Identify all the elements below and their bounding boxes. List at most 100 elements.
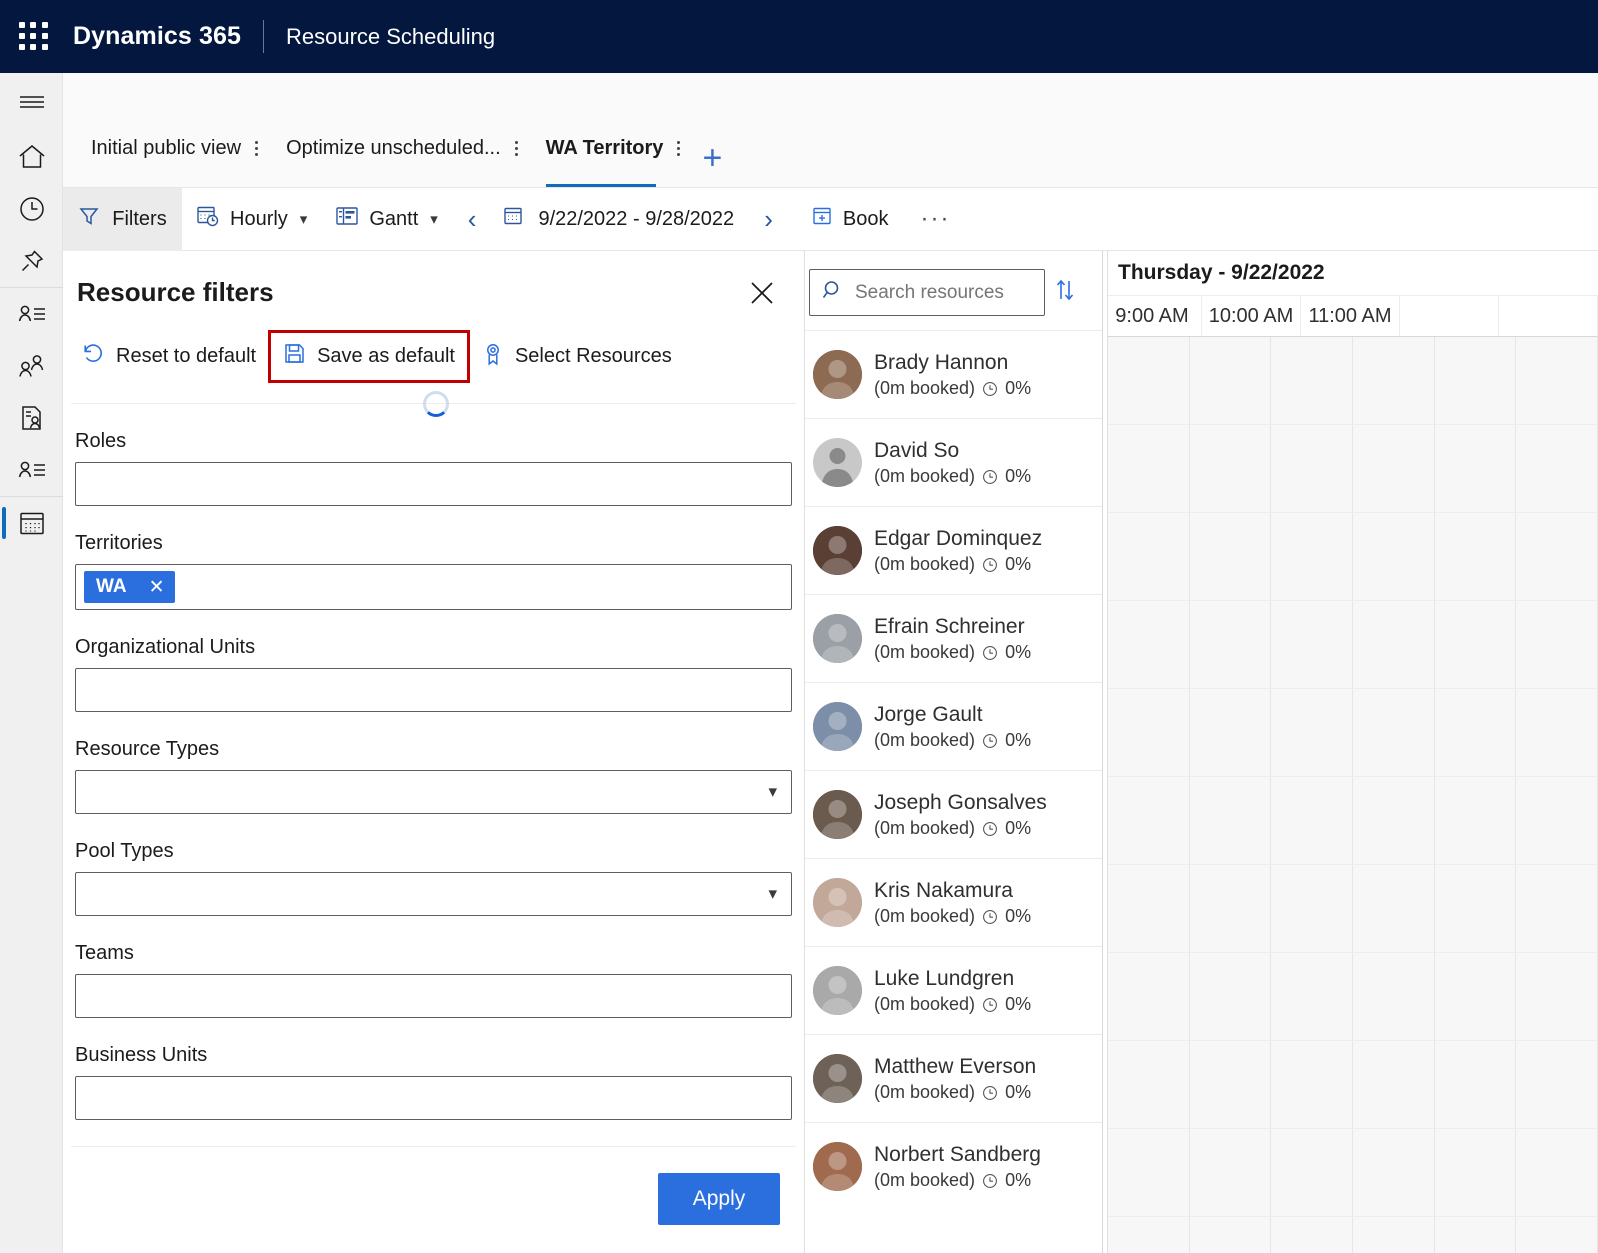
sidebar-item-pinned[interactable] [0, 235, 63, 287]
close-icon[interactable]: ✕ [149, 576, 165, 599]
schedule-cell[interactable] [1108, 689, 1190, 776]
schedule-cell[interactable] [1190, 953, 1272, 1040]
date-range-picker[interactable]: 9/22/2022 - 9/28/2022 [492, 188, 748, 251]
schedule-cell[interactable] [1516, 689, 1598, 776]
schedule-row[interactable] [1108, 1217, 1598, 1253]
territories-input[interactable]: WA ✕ [75, 564, 792, 610]
schedule-cell[interactable] [1190, 1041, 1272, 1128]
sidebar-item-recent[interactable] [0, 183, 63, 235]
schedule-cell[interactable] [1516, 865, 1598, 952]
schedule-cell[interactable] [1271, 601, 1353, 688]
close-icon[interactable] [746, 277, 778, 309]
resource-row[interactable]: Norbert Sandberg(0m booked)0% [805, 1122, 1102, 1210]
schedule-cell[interactable] [1190, 865, 1272, 952]
sidebar-item-requirements[interactable] [0, 392, 63, 444]
schedule-cell[interactable] [1353, 777, 1435, 864]
schedule-cell[interactable] [1271, 337, 1353, 424]
schedule-cell[interactable] [1190, 337, 1272, 424]
schedule-row[interactable] [1108, 425, 1598, 513]
hourly-view-button[interactable]: Hourly ▾ [182, 188, 321, 251]
schedule-cell[interactable] [1271, 1041, 1353, 1128]
gantt-view-button[interactable]: Gantt ▾ [321, 188, 451, 251]
sort-arrows-icon[interactable] [1053, 277, 1077, 308]
sidebar-item-resource-groups[interactable] [0, 340, 63, 392]
schedule-cell[interactable] [1435, 689, 1517, 776]
schedule-cell[interactable] [1108, 513, 1190, 600]
schedule-cell[interactable] [1190, 689, 1272, 776]
schedule-cell[interactable] [1516, 513, 1598, 600]
schedule-cell[interactable] [1435, 1217, 1517, 1253]
search-input[interactable] [855, 282, 1015, 304]
resource-row[interactable]: Efrain Schreiner(0m booked)0% [805, 594, 1102, 682]
schedule-cell[interactable] [1353, 1217, 1435, 1253]
schedule-cell[interactable] [1271, 953, 1353, 1040]
resource-row[interactable]: Matthew Everson(0m booked)0% [805, 1034, 1102, 1122]
apply-button[interactable]: Apply [658, 1173, 780, 1225]
schedule-cell[interactable] [1108, 1217, 1190, 1253]
schedule-row[interactable] [1108, 1041, 1598, 1129]
more-commands-button[interactable]: ··· [902, 188, 964, 251]
schedule-cell[interactable] [1353, 513, 1435, 600]
schedule-cell[interactable] [1108, 1041, 1190, 1128]
chevron-down-icon[interactable]: ▾ [300, 210, 308, 228]
schedule-cell[interactable] [1435, 513, 1517, 600]
schedule-cell[interactable] [1435, 953, 1517, 1040]
schedule-row[interactable] [1108, 513, 1598, 601]
schedule-row[interactable] [1108, 1129, 1598, 1217]
schedule-cell[interactable] [1516, 601, 1598, 688]
resource-row[interactable]: David So(0m booked)0% [805, 418, 1102, 506]
schedule-cell[interactable] [1108, 1129, 1190, 1216]
schedule-cell[interactable] [1271, 777, 1353, 864]
chevron-down-icon[interactable]: ▾ [768, 884, 783, 904]
add-tab-button[interactable]: + [702, 141, 722, 187]
schedule-cell[interactable] [1353, 1129, 1435, 1216]
resource-types-select[interactable]: ▾ [75, 770, 792, 814]
schedule-cell[interactable] [1516, 777, 1598, 864]
roles-input[interactable] [75, 462, 792, 506]
schedule-cell[interactable] [1353, 953, 1435, 1040]
schedule-row[interactable] [1108, 777, 1598, 865]
tab-overflow-icon[interactable] [663, 138, 680, 177]
previous-period-button[interactable]: ‹ [452, 188, 493, 251]
schedule-cell[interactable] [1271, 425, 1353, 512]
schedule-row[interactable] [1108, 953, 1598, 1041]
site-map-toggle[interactable] [0, 73, 63, 131]
schedule-cell[interactable] [1190, 425, 1272, 512]
tab-overflow-icon[interactable] [241, 138, 258, 177]
tab-overflow-icon[interactable] [501, 138, 518, 177]
schedule-row[interactable] [1108, 865, 1598, 953]
schedule-cell[interactable] [1435, 1129, 1517, 1216]
schedule-cell[interactable] [1435, 425, 1517, 512]
select-resources-button[interactable]: Select Resources [470, 333, 684, 381]
save-as-default-button[interactable]: Save as default [268, 330, 470, 383]
schedule-cell[interactable] [1108, 953, 1190, 1040]
schedule-cell[interactable] [1190, 777, 1272, 864]
schedule-cell[interactable] [1190, 601, 1272, 688]
resource-row[interactable]: Joseph Gonsalves(0m booked)0% [805, 770, 1102, 858]
schedule-cell[interactable] [1516, 1217, 1598, 1253]
schedule-cell[interactable] [1353, 337, 1435, 424]
schedule-cell[interactable] [1190, 513, 1272, 600]
sidebar-item-bookable-resources[interactable] [0, 288, 63, 340]
next-period-button[interactable]: › [748, 188, 789, 251]
schedule-cell[interactable] [1353, 1041, 1435, 1128]
resource-row[interactable]: Jorge Gault(0m booked)0% [805, 682, 1102, 770]
filters-button[interactable]: Filters [63, 188, 182, 251]
resource-row[interactable]: Luke Lundgren(0m booked)0% [805, 946, 1102, 1034]
schedule-cell[interactable] [1353, 425, 1435, 512]
sidebar-item-schedule-board[interactable] [0, 497, 63, 549]
tab-optimize-unscheduled[interactable]: Optimize unscheduled... [286, 127, 518, 187]
resource-row[interactable]: Kris Nakamura(0m booked)0% [805, 858, 1102, 946]
schedule-cell[interactable] [1353, 689, 1435, 776]
schedule-cell[interactable] [1353, 865, 1435, 952]
tab-initial-public-view[interactable]: Initial public view [91, 127, 258, 187]
tab-wa-territory[interactable]: WA Territory [546, 127, 681, 187]
schedule-cell[interactable] [1108, 601, 1190, 688]
resource-row[interactable]: Brady Hannon(0m booked)0% [805, 330, 1102, 418]
chevron-down-icon[interactable]: ▾ [430, 210, 438, 228]
book-button[interactable]: Book [789, 188, 903, 251]
schedule-row[interactable] [1108, 601, 1598, 689]
schedule-cell[interactable] [1435, 865, 1517, 952]
schedule-cell[interactable] [1516, 1129, 1598, 1216]
territory-chip-wa[interactable]: WA ✕ [84, 571, 175, 603]
